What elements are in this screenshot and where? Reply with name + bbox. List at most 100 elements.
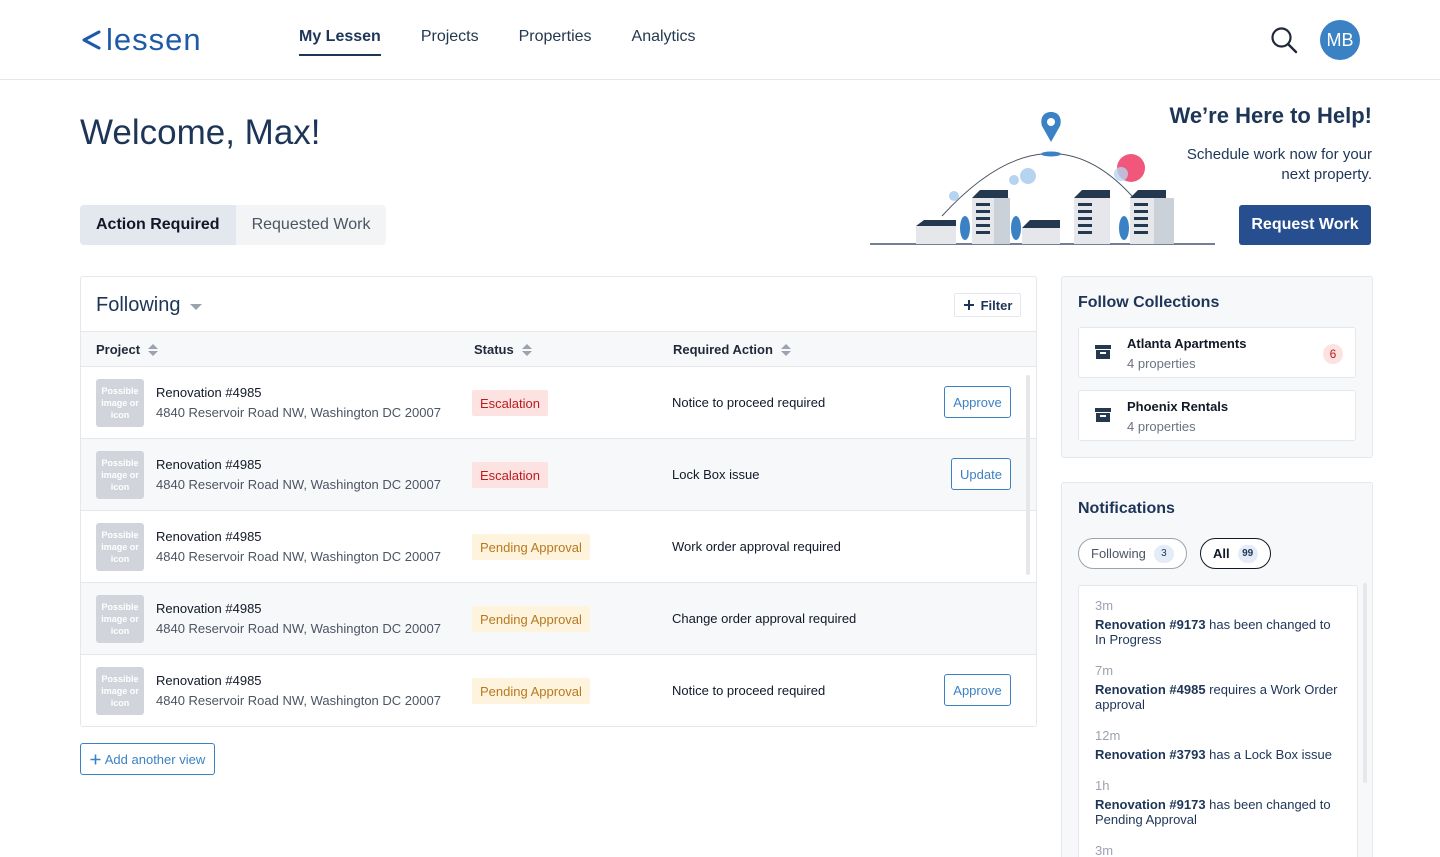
project-thumbnail: Possible image or icon <box>96 451 144 499</box>
logo-text: lessen <box>106 22 202 57</box>
column-project[interactable]: Project <box>96 342 159 357</box>
column-status[interactable]: Status <box>474 342 532 357</box>
view-selector[interactable]: Following <box>96 294 203 317</box>
add-view-button[interactable]: Add another view <box>80 743 215 775</box>
add-view-label: Add another view <box>104 751 206 767</box>
notification-time: 12m <box>1095 728 1121 743</box>
sort-icon <box>148 343 159 356</box>
filter-button[interactable]: Filter <box>954 293 1021 317</box>
project-thumbnail: Possible image or icon <box>96 667 144 715</box>
nav-my-lessen[interactable]: My Lessen <box>299 28 381 56</box>
project-address: 4840 Reservoir Road NW, Washington DC 20… <box>156 405 441 420</box>
project-name: Renovation #4985 <box>156 457 262 472</box>
approve-button[interactable]: Approve <box>944 386 1011 418</box>
pill-count: 3 <box>1153 544 1174 563</box>
help-title: We’re Here to Help! <box>1169 103 1372 128</box>
project-name: Renovation #4985 <box>156 673 262 688</box>
plus-icon <box>963 300 974 310</box>
table-row[interactable]: Possible image or icon Renovation #4985 … <box>81 439 1036 511</box>
table-scrollbar[interactable] <box>1026 375 1030 575</box>
table-row[interactable]: Possible image or icon Renovation #4985 … <box>81 583 1036 655</box>
filter-all-pill[interactable]: All 99 <box>1200 538 1271 569</box>
archive-box-icon <box>1095 345 1111 359</box>
lessen-logo[interactable]: lessen <box>80 22 202 58</box>
collection-name: Atlanta Apartments <box>1127 336 1247 351</box>
tab-action-required[interactable]: Action Required <box>80 205 236 245</box>
approve-button[interactable]: Approve <box>944 674 1011 706</box>
notification-project-link[interactable]: Renovation #9173 <box>1095 617 1206 632</box>
collection-name: Phoenix Rentals <box>1127 399 1229 414</box>
column-label: Project <box>96 342 141 357</box>
notification-project-link[interactable]: Renovation #3793 <box>1095 747 1206 762</box>
notification-item[interactable]: 12m Renovation #3793 has a Lock Box issu… <box>1095 728 1345 762</box>
notification-item[interactable]: 1h Renovation #9173 has been changed to … <box>1095 778 1345 827</box>
project-thumbnail: Possible image or icon <box>96 379 144 427</box>
notification-item[interactable]: 7m Renovation #4985 requires a Work Orde… <box>1095 663 1345 712</box>
project-name: Renovation #4985 <box>156 385 262 400</box>
notification-item[interactable]: 3m <box>1095 843 1345 857</box>
nav-projects[interactable]: Projects <box>421 28 479 56</box>
status-badge: Pending Approval <box>472 678 590 704</box>
collection-count: 4 properties <box>1127 356 1196 371</box>
main-nav: My Lessen Projects Properties Analytics <box>299 28 696 56</box>
required-action: Work order approval required <box>672 539 841 554</box>
notification-count-badge: 6 <box>1323 344 1343 364</box>
collection-card[interactable]: Phoenix Rentals 4 properties <box>1078 390 1356 441</box>
table-header-bar: Following Filter <box>81 277 1036 332</box>
city-illustration <box>870 112 1215 245</box>
required-action: Lock Box issue <box>672 467 760 482</box>
notification-time: 3m <box>1095 598 1114 613</box>
notification-project-link[interactable]: Renovation #4985 <box>1095 682 1206 697</box>
project-address: 4840 Reservoir Road NW, Washington DC 20… <box>156 477 441 492</box>
notification-time: 7m <box>1095 663 1114 678</box>
tab-requested-work[interactable]: Requested Work <box>236 205 387 245</box>
notification-item[interactable]: 3m Renovation #9173 has been changed to … <box>1095 598 1345 647</box>
status-badge: Pending Approval <box>472 606 590 632</box>
avatar[interactable]: MB <box>1320 20 1360 60</box>
nav-properties[interactable]: Properties <box>519 28 592 56</box>
pill-count: 99 <box>1237 544 1258 563</box>
notification-text: has a Lock Box issue <box>1205 747 1333 762</box>
status-badge: Escalation <box>472 462 548 488</box>
column-label: Status <box>474 342 514 357</box>
table-column-headers: Project Status Required Action <box>81 332 1036 367</box>
plus-icon <box>90 754 101 764</box>
project-name: Renovation #4985 <box>156 601 262 616</box>
status-badge: Pending Approval <box>472 534 590 560</box>
update-button[interactable]: Update <box>951 458 1011 490</box>
notifications-scrollbar[interactable] <box>1363 583 1367 783</box>
sort-icon <box>521 343 532 356</box>
filter-label: Filter <box>980 297 1013 313</box>
page-title: Welcome, Max! <box>80 113 321 152</box>
collection-card[interactable]: Atlanta Apartments 4 properties 6 <box>1078 327 1356 378</box>
table-row[interactable]: Possible image or icon Renovation #4985 … <box>81 655 1036 726</box>
required-action: Notice to proceed required <box>672 395 826 410</box>
pill-label: Following <box>1091 546 1146 561</box>
collections-title: Follow Collections <box>1078 294 1220 311</box>
view-title: Following <box>96 294 181 316</box>
notifications-panel: Notifications Following 3 All 99 3m Reno… <box>1061 482 1373 857</box>
notification-time: 1h <box>1095 778 1110 793</box>
table-row[interactable]: Possible image or icon Renovation #4985 … <box>81 367 1036 439</box>
project-thumbnail: Possible image or icon <box>96 595 144 643</box>
chevron-down-icon <box>190 303 203 310</box>
search-icon[interactable] <box>1269 25 1299 55</box>
notifications-title: Notifications <box>1078 500 1175 517</box>
view-tabs: Action Required Requested Work <box>80 205 387 245</box>
filter-following-pill[interactable]: Following 3 <box>1078 538 1187 569</box>
project-address: 4840 Reservoir Road NW, Washington DC 20… <box>156 693 441 708</box>
project-name: Renovation #4985 <box>156 529 262 544</box>
project-address: 4840 Reservoir Road NW, Washington DC 20… <box>156 549 441 564</box>
notification-project-link[interactable]: Renovation #9173 <box>1095 797 1206 812</box>
required-action: Notice to proceed required <box>672 683 826 698</box>
nav-analytics[interactable]: Analytics <box>632 28 696 56</box>
logo-chevron-icon <box>82 30 101 50</box>
notification-feed: 3m Renovation #9173 has been changed to … <box>1078 585 1358 857</box>
required-action: Change order approval required <box>672 611 857 626</box>
archive-box-icon <box>1095 408 1111 422</box>
project-thumbnail: Possible image or icon <box>96 523 144 571</box>
column-required-action[interactable]: Required Action <box>673 342 791 357</box>
table-row[interactable]: Possible image or icon Renovation #4985 … <box>81 511 1036 583</box>
request-work-button[interactable]: Request Work <box>1239 205 1371 245</box>
collection-count: 4 properties <box>1127 419 1196 434</box>
